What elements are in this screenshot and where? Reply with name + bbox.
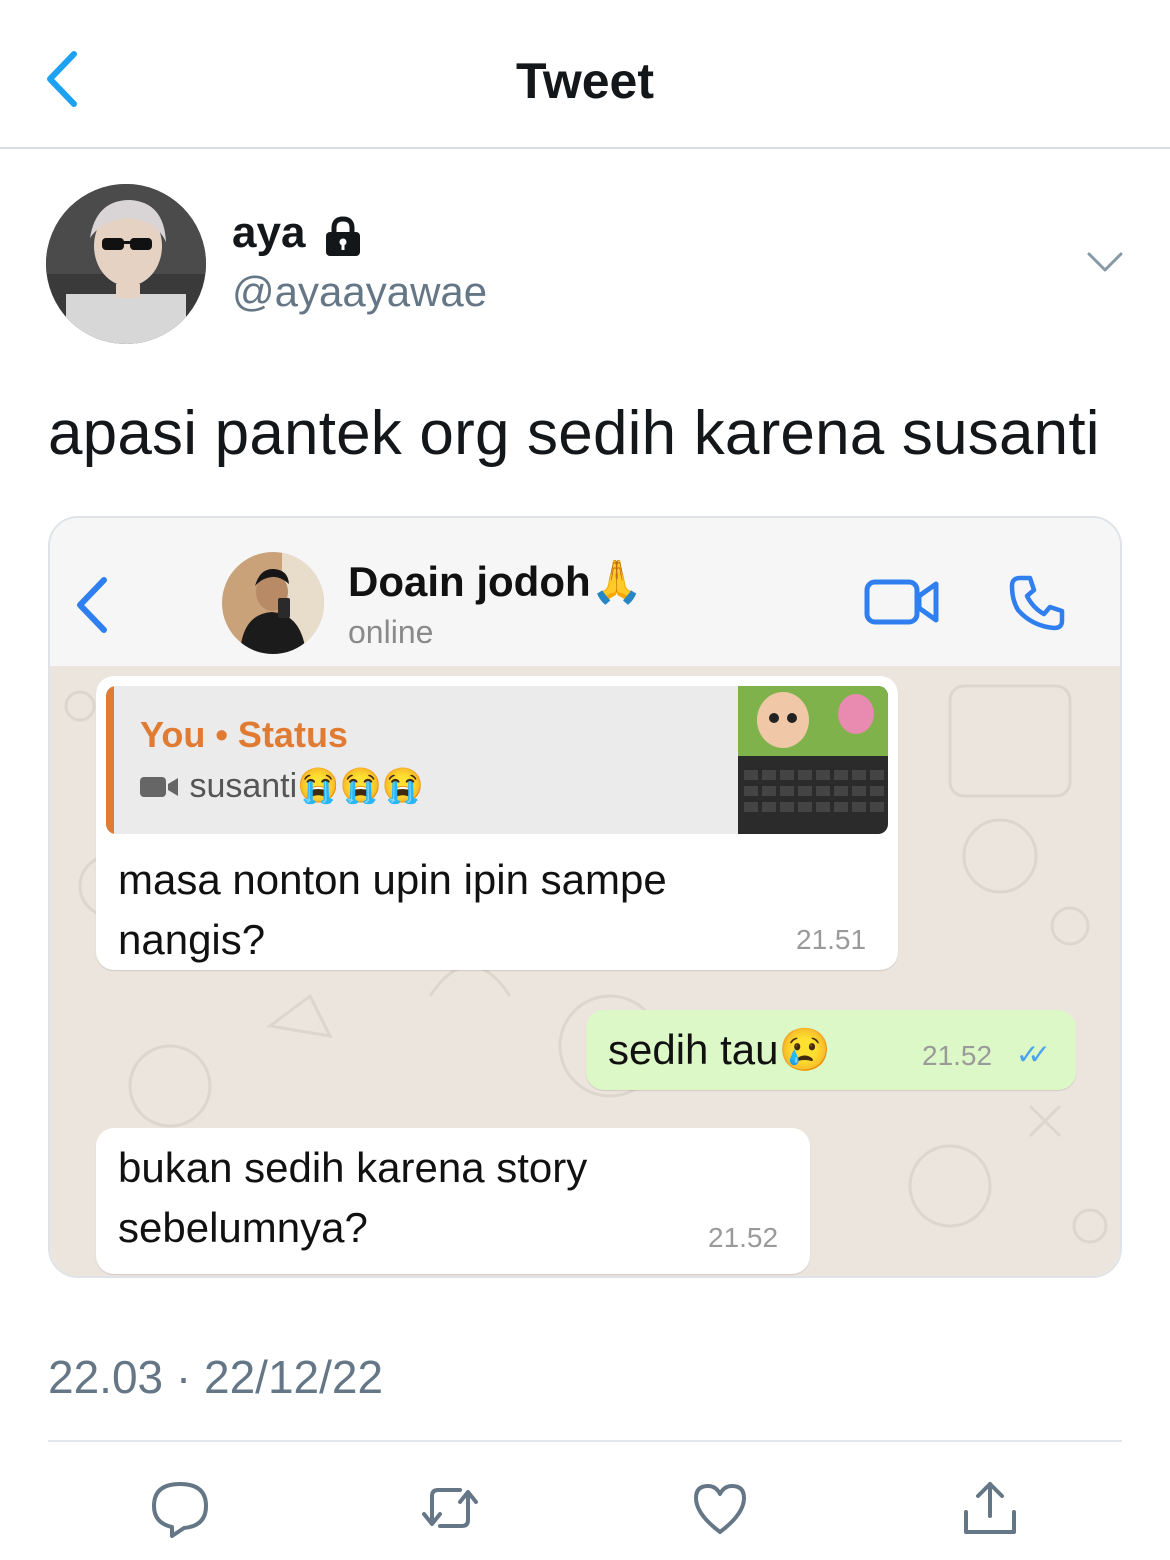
tweet-text: apasi pantek org sedih karena susanti xyxy=(48,399,1100,468)
quote-accent-bar xyxy=(106,686,114,834)
phone-icon xyxy=(1009,575,1065,631)
lock-icon xyxy=(326,216,360,256)
chevron-left-icon xyxy=(77,577,107,633)
incoming-message[interactable]: bukan sedih karena story sebelumnya? 21.… xyxy=(96,1128,810,1274)
quote-title: You • Status xyxy=(140,714,348,755)
video-icon xyxy=(140,777,178,797)
video-call-icon xyxy=(864,579,939,625)
read-receipt-icon: ✓✓ xyxy=(1016,1039,1051,1070)
page-title: Tweet xyxy=(516,53,654,109)
avatar[interactable] xyxy=(46,184,206,344)
message-time: 21.52 xyxy=(922,1040,993,1071)
reply-icon[interactable] xyxy=(150,1478,210,1538)
share-icon[interactable] xyxy=(960,1478,1020,1538)
heart-icon[interactable] xyxy=(690,1478,750,1538)
quote-text: susanti😭😭😭 xyxy=(140,766,424,806)
message-text: sedih tau😢 xyxy=(608,1026,831,1073)
quoted-status[interactable]: You • Status susanti😭😭😭 xyxy=(106,686,888,834)
navigation-bar: Tweet xyxy=(0,0,1170,149)
message-text: masa nonton upin ipin sampe nangis? xyxy=(118,856,667,963)
message-time: 21.51 xyxy=(796,924,867,955)
tweet-timestamp[interactable]: 22.03 · 22/12/22 xyxy=(48,1350,383,1404)
outgoing-message[interactable]: sedih tau😢 21.52 ✓✓ xyxy=(586,1010,1076,1090)
retweet-icon[interactable] xyxy=(420,1478,480,1538)
status-thumbnail xyxy=(738,686,888,834)
tweet-media-image[interactable]: Doain jodoh🙏 online You • Status susanti… xyxy=(48,516,1122,1278)
contact-name: Doain jodoh🙏 xyxy=(348,558,643,605)
incoming-message[interactable]: You • Status susanti😭😭😭 masa nonton upin… xyxy=(96,676,898,970)
contact-avatar xyxy=(222,552,324,654)
chat-body: You • Status susanti😭😭😭 masa nonton upin… xyxy=(50,666,1120,1276)
message-text: bukan sedih karena story sebelumnya? xyxy=(118,1144,588,1251)
chevron-down-icon[interactable] xyxy=(1086,250,1124,274)
message-time: 21.52 xyxy=(708,1222,779,1253)
contact-status: online xyxy=(348,614,434,650)
chat-header: Doain jodoh🙏 online xyxy=(50,518,1120,668)
divider xyxy=(48,1440,1122,1442)
author-name[interactable]: aya xyxy=(232,208,305,258)
author-handle[interactable]: @ayaayawae xyxy=(232,268,487,316)
